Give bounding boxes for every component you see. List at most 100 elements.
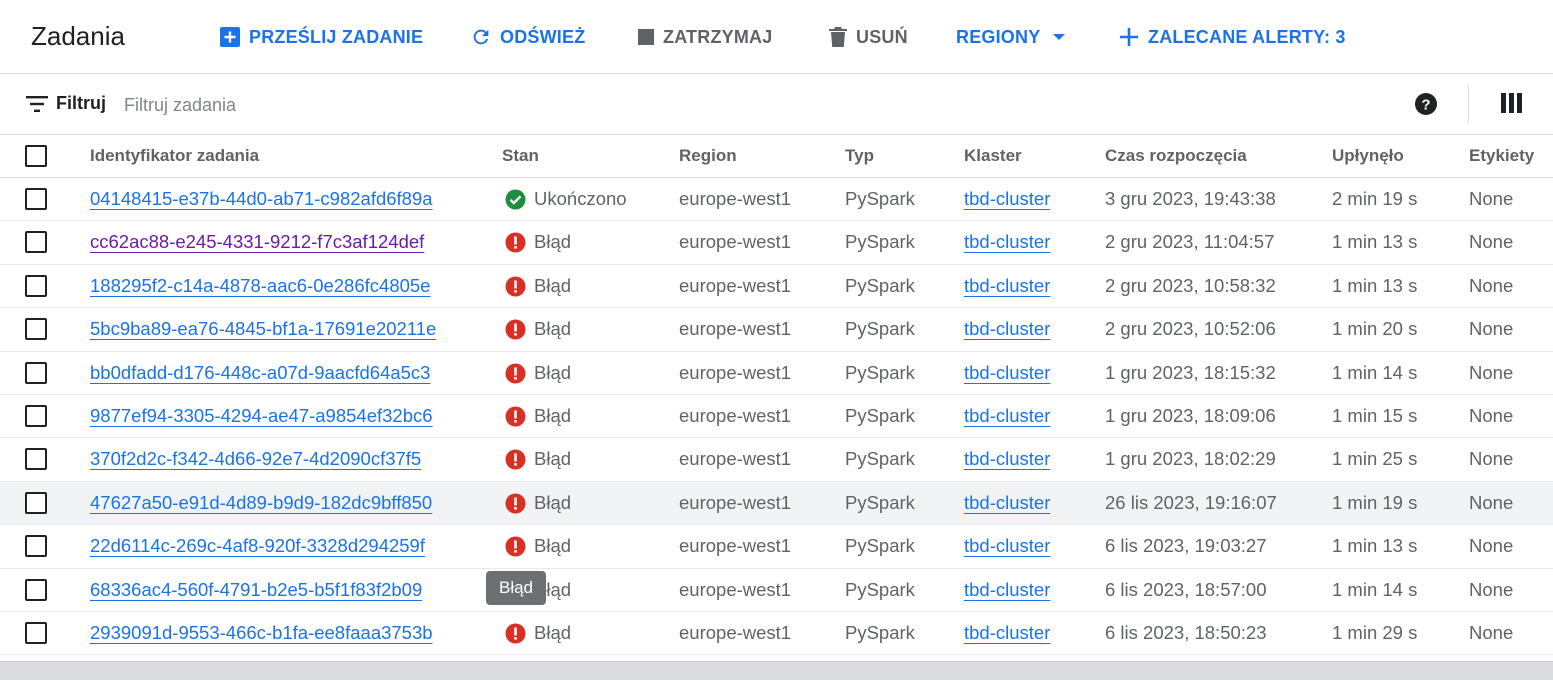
job-id-link[interactable]: cc62ac88-e245-4331-9212-f7c3af124def	[90, 231, 424, 253]
error-icon	[505, 232, 526, 253]
help-icon[interactable]: ?	[1414, 92, 1438, 116]
cell-labels: None	[1469, 318, 1514, 340]
row-checkbox[interactable]	[25, 405, 47, 427]
row-checkbox[interactable]	[25, 188, 47, 210]
refresh-button[interactable]: ODŚWIEŻ	[470, 24, 585, 50]
caret-down-icon	[1053, 34, 1066, 40]
error-icon	[505, 276, 526, 297]
stop-button[interactable]: ZATRZYMAJ	[637, 24, 772, 50]
stop-icon	[638, 29, 654, 45]
svg-text:?: ?	[1421, 97, 1430, 114]
column-header-labels[interactable]: Etykiety	[1469, 146, 1534, 166]
job-id-link[interactable]: bb0dfadd-d176-448c-a07d-9aacfd64a5c3	[90, 362, 430, 384]
plus-icon	[1120, 28, 1138, 46]
page-title: Zadania	[31, 21, 125, 51]
add-box-icon	[220, 27, 240, 47]
cell-region: europe-west1	[679, 274, 792, 296]
cell-region: europe-west1	[679, 448, 792, 470]
column-header-cluster[interactable]: Klaster	[964, 146, 1022, 166]
row-checkbox[interactable]	[25, 361, 47, 384]
job-id-link[interactable]: 2939091d-9553-466c-b1fa-ee8faaa3753b	[90, 622, 433, 644]
cell-region: europe-west1	[679, 405, 792, 426]
cluster-link[interactable]: tbd-cluster	[964, 535, 1050, 557]
cell-type: PySpark	[845, 405, 915, 426]
cell-elapsed: 1 min 14 s	[1332, 578, 1418, 600]
cluster-link[interactable]: tbd-cluster	[964, 448, 1050, 470]
column-header-id[interactable]: Identyfikator zadania	[90, 146, 259, 166]
cluster-link[interactable]: tbd-cluster	[964, 405, 1050, 427]
cell-type: PySpark	[845, 188, 915, 209]
status-text: Błąd	[534, 361, 572, 383]
cluster-link[interactable]: tbd-cluster	[964, 362, 1050, 384]
cell-type: PySpark	[845, 448, 915, 470]
row-checkbox[interactable]	[25, 578, 47, 601]
cell-region: europe-west1	[679, 622, 792, 643]
job-id-link[interactable]: 5bc9ba89-ea76-4845-bf1a-17691e20211e	[90, 318, 436, 340]
trash-icon	[829, 27, 847, 47]
cell-start-time: 2 gru 2023, 10:52:06	[1105, 318, 1276, 340]
status-text: Błąd	[534, 405, 572, 426]
job-id-link[interactable]: 9877ef94-3305-4294-ae47-a9854ef32bc6	[90, 405, 433, 427]
column-header-elapsed[interactable]: Upłynęło	[1332, 146, 1404, 166]
select-all-checkbox[interactable]	[25, 145, 47, 167]
status-tooltip: Błąd	[486, 571, 546, 605]
row-checkbox[interactable]	[25, 535, 47, 558]
cell-type: PySpark	[845, 318, 915, 340]
cell-type: PySpark	[845, 361, 915, 383]
job-id-link[interactable]: 370f2d2c-f342-4d66-92e7-4d2090cf37f5	[90, 448, 421, 470]
column-display-icon[interactable]	[1501, 93, 1522, 113]
status-text: Błąd	[534, 231, 572, 253]
cluster-link[interactable]: tbd-cluster	[964, 492, 1050, 514]
row-checkbox[interactable]	[25, 491, 47, 514]
status-text: Błąd	[534, 491, 572, 513]
row-checkbox[interactable]	[25, 318, 47, 341]
job-id-link[interactable]: 188295f2-c14a-4878-aac6-0e286fc4805e	[90, 275, 430, 297]
cell-labels: None	[1469, 274, 1514, 296]
regions-dropdown[interactable]: REGIONY	[956, 24, 1074, 50]
error-icon	[505, 623, 526, 644]
recommended-alerts-button[interactable]: ZALECANE ALERTY: 3	[1118, 24, 1346, 50]
job-id-link[interactable]: 22d6114c-269c-4af8-920f-3328d294259f	[90, 535, 425, 557]
cell-elapsed: 1 min 13 s	[1332, 274, 1418, 296]
cluster-link[interactable]: tbd-cluster	[964, 579, 1050, 601]
job-id-link[interactable]: 47627a50-e91d-4d89-b9d9-182dc9bff850	[90, 492, 432, 514]
cell-labels: None	[1469, 535, 1514, 557]
filter-list-icon[interactable]	[26, 96, 48, 112]
row-checkbox[interactable]	[25, 448, 47, 471]
status-text: Błąd	[534, 448, 572, 470]
cell-labels: None	[1469, 405, 1514, 426]
cluster-link[interactable]: tbd-cluster	[964, 318, 1050, 340]
job-id-link[interactable]: 68336ac4-560f-4791-b2e5-b5f1f83f2b09	[90, 579, 422, 601]
cell-start-time: 6 lis 2023, 19:03:27	[1105, 535, 1267, 557]
cell-start-time: 6 lis 2023, 18:50:23	[1105, 622, 1267, 643]
cell-type: PySpark	[845, 622, 915, 643]
cell-region: europe-west1	[679, 578, 792, 600]
cell-type: PySpark	[845, 578, 915, 600]
submit-job-button[interactable]: PRZEŚLIJ ZADANIE	[219, 24, 423, 50]
cell-type: PySpark	[845, 491, 915, 513]
status-text: Błąd	[534, 535, 572, 557]
cell-start-time: 1 gru 2023, 18:02:29	[1105, 448, 1276, 470]
stop-label: ZATRZYMAJ	[663, 26, 773, 47]
cluster-link[interactable]: tbd-cluster	[964, 275, 1050, 297]
cell-labels: None	[1469, 361, 1514, 383]
column-header-status[interactable]: Stan	[502, 146, 539, 166]
cluster-link[interactable]: tbd-cluster	[964, 622, 1050, 644]
column-header-start-time[interactable]: Czas rozpoczęcia	[1105, 146, 1247, 166]
error-icon	[505, 493, 526, 514]
delete-button[interactable]: USUŃ	[828, 24, 908, 50]
row-checkbox[interactable]	[25, 622, 47, 644]
check-circle-icon	[505, 189, 526, 210]
row-checkbox[interactable]	[25, 274, 47, 297]
cell-start-time: 1 gru 2023, 18:15:32	[1105, 361, 1276, 383]
row-checkbox[interactable]	[25, 231, 47, 254]
error-icon	[505, 406, 526, 427]
horizontal-scrollbar[interactable]	[0, 661, 1553, 680]
column-header-type[interactable]: Typ	[845, 146, 874, 166]
cluster-link[interactable]: tbd-cluster	[964, 231, 1050, 253]
column-header-region[interactable]: Region	[679, 146, 737, 166]
cell-start-time: 6 lis 2023, 18:57:00	[1105, 578, 1267, 600]
filter-input[interactable]	[124, 90, 724, 120]
job-id-link[interactable]: 04148415-e37b-44d0-ab71-c982afd6f89a	[90, 188, 433, 210]
cluster-link[interactable]: tbd-cluster	[964, 188, 1050, 210]
